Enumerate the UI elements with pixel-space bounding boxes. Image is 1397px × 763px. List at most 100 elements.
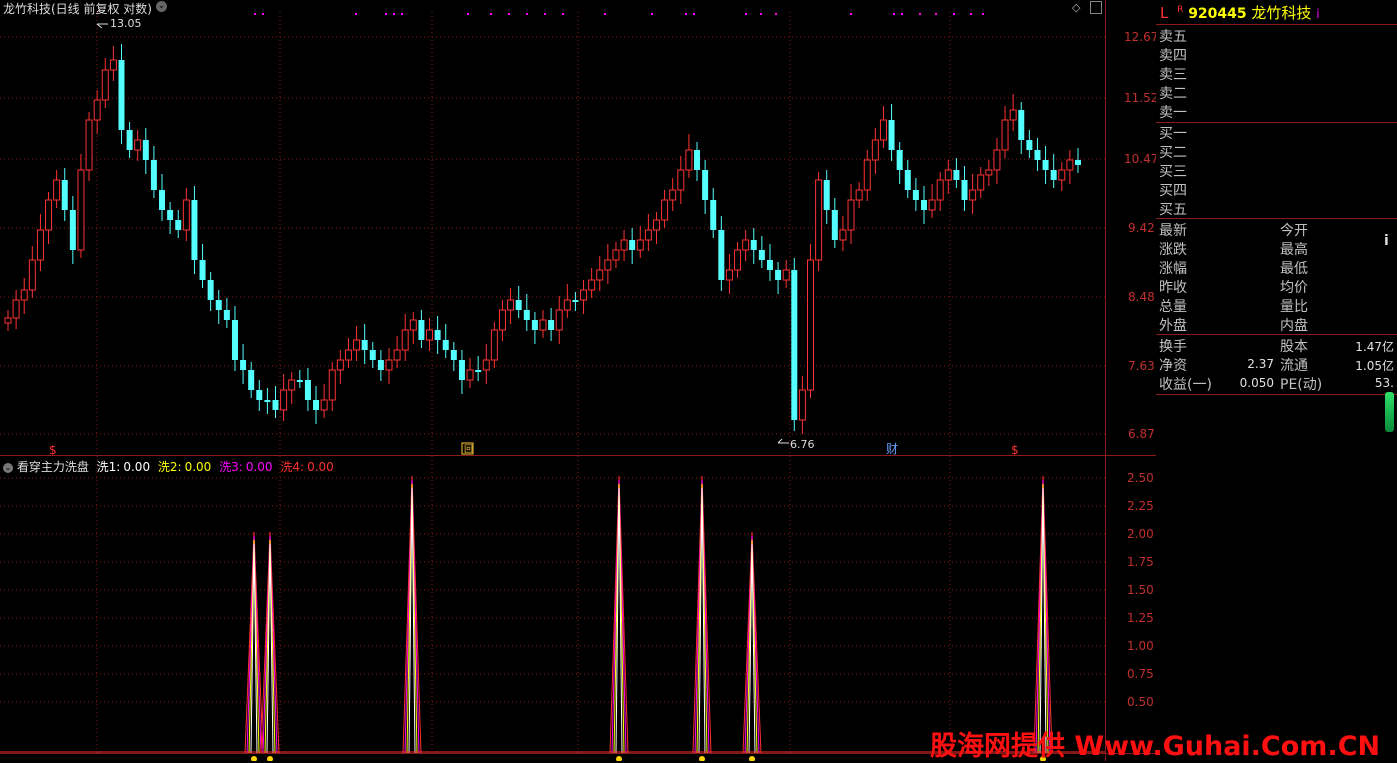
signal-dot [699, 756, 705, 761]
candle-body [710, 200, 717, 230]
signal-top-dot [262, 13, 264, 15]
info-icon[interactable]: i [1316, 7, 1319, 21]
sell5-label: 卖五 [1159, 29, 1187, 45]
fin-value: 2.37 [1247, 357, 1274, 371]
candle-body [118, 60, 125, 130]
dividend-marker[interactable]: $ [49, 443, 57, 457]
price-tick: 12.67 [1124, 30, 1156, 44]
signal-dots [251, 756, 1046, 761]
candle-body [207, 280, 214, 300]
price-tick: 7.63 [1128, 359, 1155, 373]
candle-body [782, 269, 790, 281]
candle-body [142, 140, 149, 160]
info-toggle-icon[interactable]: ⅰ [1384, 233, 1389, 249]
candle-body [77, 169, 85, 251]
wash1-label: 洗1: [96, 460, 121, 474]
price-axis: 12.67 11.52 10.47 9.42 8.48 7.63 6.87 [1124, 30, 1156, 441]
candle-body [150, 160, 157, 190]
divider [1156, 24, 1397, 25]
candle-body [101, 69, 109, 101]
candle-body [85, 119, 93, 171]
diamond-icon[interactable]: ◇ [1072, 1, 1080, 14]
candle-body [555, 309, 563, 331]
sell2-label: 卖二 [1159, 86, 1187, 102]
signal-top-dot [526, 13, 528, 15]
signal-dot [267, 756, 273, 761]
finance-marker[interactable]: 财 [886, 442, 898, 456]
candle-body [904, 170, 911, 190]
signal-top-dot [685, 13, 687, 15]
candle-body [734, 249, 742, 271]
candle-body [4, 317, 12, 324]
buy1-label: 买一 [1159, 126, 1187, 142]
indicator-tick: 1.25 [1127, 611, 1154, 625]
candle-body [344, 349, 352, 361]
candle-body [442, 340, 449, 350]
sell4-label: 卖四 [1159, 48, 1187, 64]
candle-body [1001, 119, 1009, 151]
candle-body [361, 340, 368, 350]
signal-top-dot [893, 13, 895, 15]
candle-body [507, 299, 515, 311]
high-marker: 13.05 [96, 17, 142, 30]
signal-top-dot [901, 13, 903, 15]
candle-body [336, 359, 344, 371]
stat-vol-ratio: 量比 [1280, 299, 1308, 315]
signal-top-dots [254, 13, 984, 15]
candle-body [320, 399, 328, 411]
fin-label: 收益(一) [1159, 377, 1212, 393]
divider [1156, 122, 1397, 123]
indicator-tick: 2.25 [1127, 499, 1154, 513]
wash4-value: 0.00 [307, 460, 334, 474]
indicator-tick: 2.00 [1127, 527, 1154, 541]
indicator-tick: 1.00 [1127, 639, 1154, 653]
candle-body [475, 370, 482, 372]
indicator-dropdown-icon[interactable]: ⌄ [3, 462, 13, 473]
watermark: 股海网提供 Www.Guhai.Com.CN [930, 731, 1381, 762]
signal-top-dot [604, 13, 606, 15]
candle-body [961, 180, 968, 200]
candle-body [498, 309, 506, 331]
candle-body [588, 279, 596, 291]
quote-panel: L R 920445 龙竹科技 i 卖五 卖四 卖三 卖二 卖一 买一 买二 买… [1156, 0, 1397, 761]
chart-area[interactable]: 12.67 11.52 10.47 9.42 8.48 7.63 6.87 2.… [0, 0, 1156, 761]
candle-body [409, 319, 417, 331]
candle-body [612, 249, 620, 261]
candle-body [718, 230, 725, 280]
candle-body [855, 189, 863, 201]
chart-title: 龙竹科技(日线 前复权 对数) [3, 2, 152, 16]
candle-body [888, 120, 895, 150]
candle-body [944, 169, 952, 181]
candle-body [1018, 110, 1025, 140]
stock-code: 920445 [1188, 6, 1247, 22]
candle-body [1050, 170, 1057, 180]
wash1-value: 0.00 [123, 460, 151, 474]
candle-body [313, 400, 320, 410]
candle-body [807, 259, 814, 391]
scroll-icon[interactable] [1090, 1, 1102, 14]
dividend-marker[interactable]: $ [1011, 443, 1019, 457]
fin-label: 流通 [1280, 358, 1308, 374]
candle-body [791, 270, 798, 420]
scroll-thumb[interactable] [1385, 392, 1394, 432]
dropdown-icon[interactable]: ⌄ [156, 1, 167, 12]
candle-body [750, 240, 757, 250]
candle-body [175, 220, 182, 230]
price-tick: 9.42 [1128, 221, 1155, 235]
price-tick: 11.52 [1124, 91, 1156, 105]
indicator-tick: 1.50 [1127, 583, 1154, 597]
candle-body [401, 329, 409, 351]
fin-value: 1.47亿 [1355, 340, 1394, 354]
signal-top-dot [651, 13, 653, 15]
stat-high: 最高 [1280, 242, 1308, 258]
candle-body [434, 330, 441, 340]
candle-body [36, 229, 44, 261]
candle-body [879, 119, 887, 141]
candle-body [863, 159, 871, 191]
candle-body [159, 190, 166, 210]
candle-body [328, 369, 336, 401]
candle-body [985, 169, 993, 176]
signal-top-dot [355, 13, 357, 15]
buy5-label: 买五 [1159, 202, 1187, 218]
stat-inner: 内盘 [1280, 318, 1308, 334]
